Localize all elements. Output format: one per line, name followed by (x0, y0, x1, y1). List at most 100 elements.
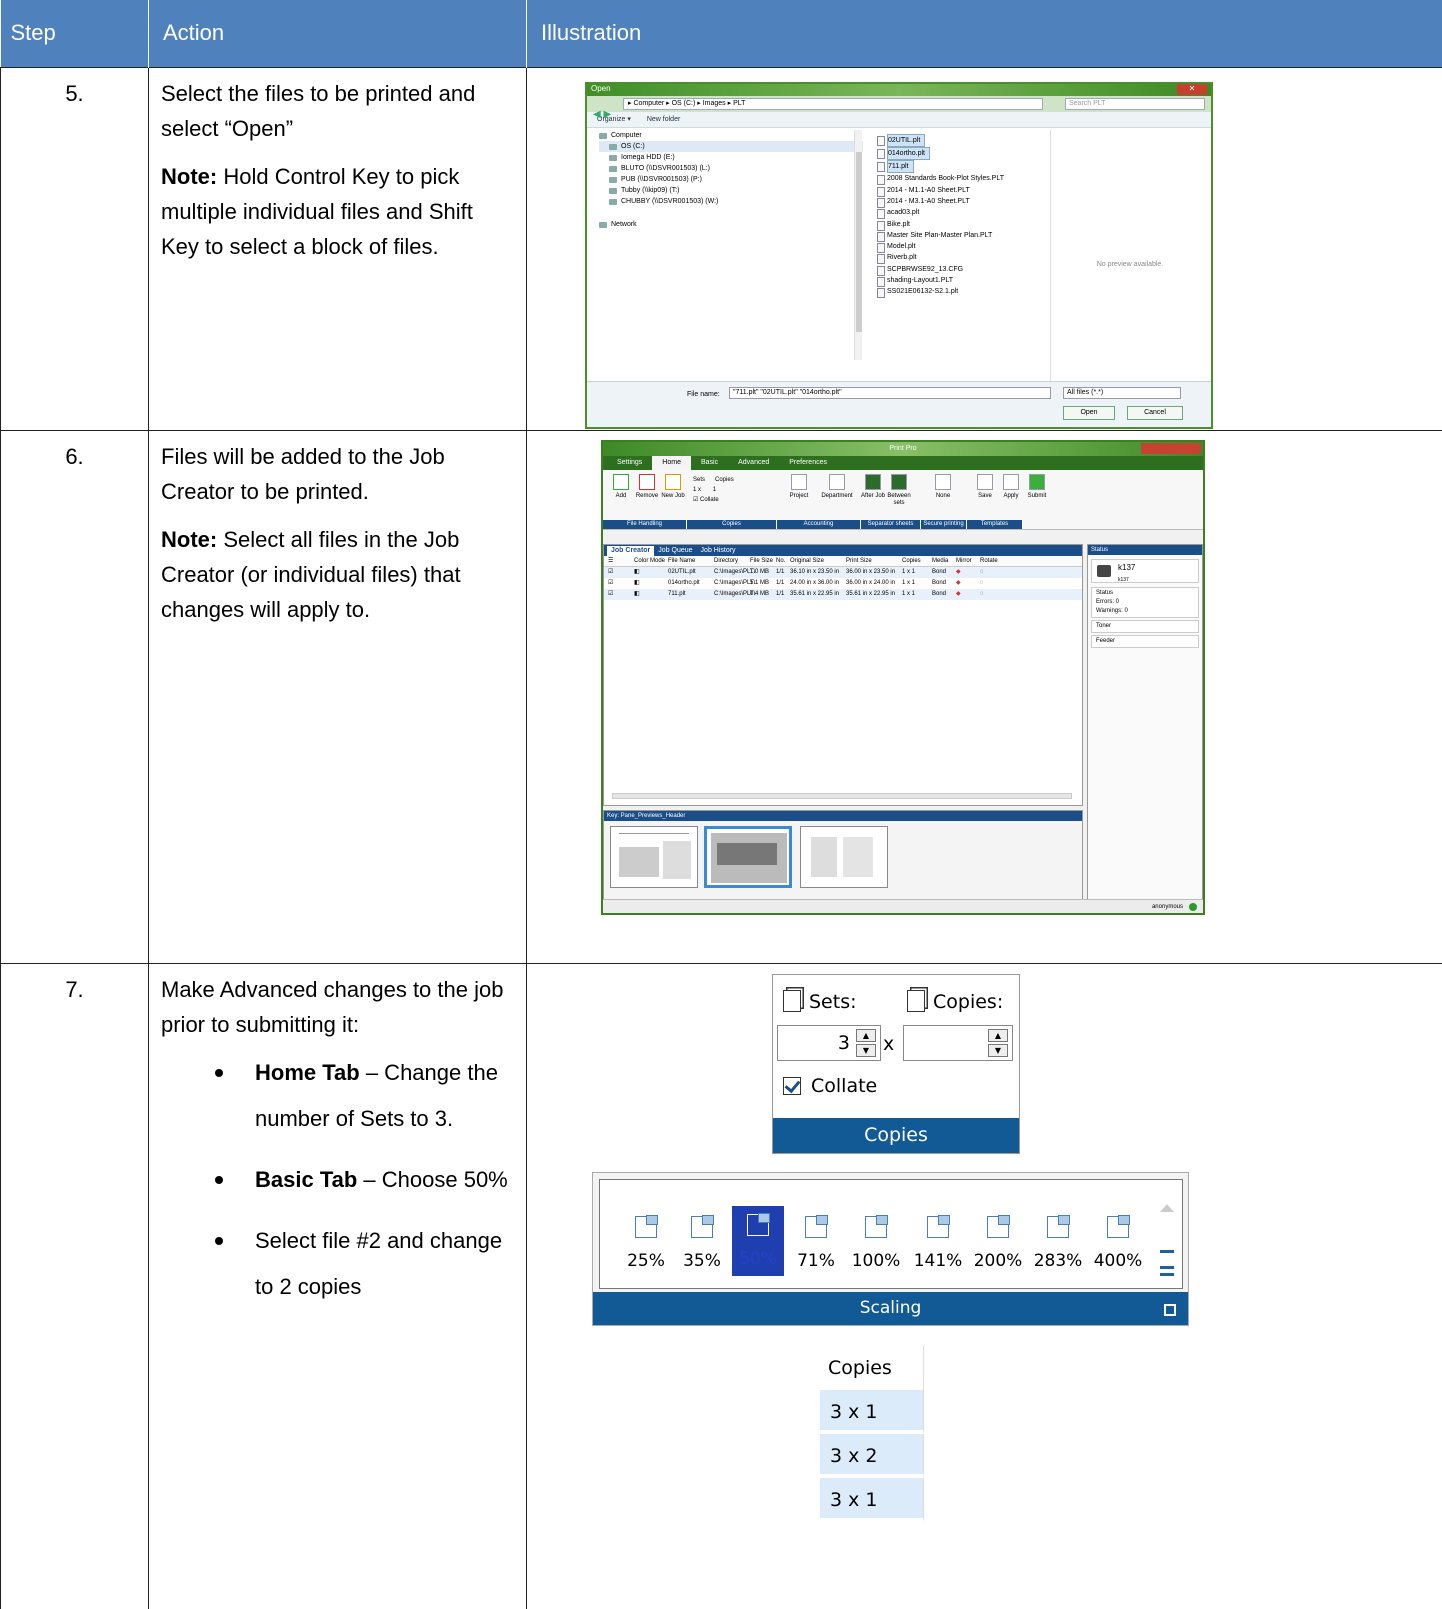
copies-cell[interactable]: 3 x 1 (820, 1389, 924, 1434)
search-input[interactable]: Search PLT (1065, 97, 1205, 110)
copies-cell[interactable]: 3 x 2 (820, 1433, 924, 1478)
tree-item[interactable]: CHUBBY (\\DSVR001503) (W:) (599, 196, 863, 207)
tab-settings[interactable]: Settings (607, 456, 652, 470)
printer-select[interactable]: k137 k137 (1091, 558, 1199, 583)
tab-basic[interactable]: Basic (691, 456, 728, 470)
project-button[interactable]: Project (787, 473, 811, 500)
file-item[interactable]: 02UTIL.plt (877, 133, 1047, 147)
status-title[interactable]: Status (1096, 590, 1113, 596)
collate-checkbox[interactable]: Collate (783, 1073, 877, 1099)
file-item[interactable]: Riverb.plt (877, 252, 1047, 265)
scale-option[interactable]: 35% (676, 1214, 728, 1276)
table-row[interactable]: ☑ ◧ 711.plt C:\Images\PLT\ 0.4 MB 1/1 35.61 in… (604, 588, 1082, 600)
horizontal-scrollbar[interactable] (612, 792, 1072, 799)
table-row: 5. Select the files to be printed and se… (0, 66, 1442, 431)
preview-thumbnail[interactable] (800, 825, 888, 888)
tab-job-creator[interactable]: Job Creator (607, 545, 655, 556)
file-item[interactable]: Bike.plt (877, 219, 1047, 231)
tree-item[interactable]: BLUTO (\\DSVR001503) (L:) (599, 163, 863, 174)
window-controls[interactable] (1141, 442, 1201, 454)
toner-section[interactable]: Toner (1091, 619, 1199, 633)
spinner-arrows-icon[interactable]: ▲ ▼ (988, 1028, 1008, 1057)
tree-scrollbar[interactable] (854, 129, 862, 360)
group-label: File Handling (603, 519, 687, 529)
scale-option[interactable]: 25% (620, 1214, 672, 1276)
scale-option[interactable]: 100% (850, 1214, 902, 1276)
submit-button[interactable]: Submit (1025, 473, 1049, 500)
file-item[interactable]: shading-Layout1.PLT (877, 275, 1047, 288)
open-button[interactable]: Open (1063, 405, 1115, 420)
note-label: Note: (161, 163, 218, 189)
none-button[interactable]: None (931, 473, 955, 500)
feeder-section[interactable]: Feeder (1091, 634, 1199, 648)
file-item[interactable]: Model.plt (877, 241, 1047, 254)
table-row[interactable]: ☑ ◧ 02UTIL.plt C:\Images\PLT\ 1.0 MB 1/1 36.10… (604, 566, 1082, 578)
back-forward-icon[interactable]: ◀ ▶ (593, 109, 619, 124)
add-button[interactable]: Add (609, 473, 633, 500)
apply-button[interactable]: Apply (999, 473, 1023, 500)
tab-job-history[interactable]: Job History (697, 546, 740, 556)
file-item[interactable]: 711.plt (877, 160, 1047, 174)
path-field[interactable]: ▸ Computer ▸ OS (C:) ▸ Images ▸ PLT (623, 97, 1043, 110)
file-item[interactable]: acad03.plt (877, 207, 1047, 220)
scale-option[interactable]: 200% (972, 1214, 1024, 1276)
action-cell: Select the files to be printed and selec… (148, 66, 527, 431)
expand-gallery-icon[interactable] (1160, 1265, 1174, 1276)
copies-column-header: Copies (820, 1345, 924, 1390)
scale-option[interactable]: 141% (912, 1214, 964, 1276)
copies-label: Copies (715, 476, 734, 483)
new-job-button[interactable]: New Job (661, 473, 685, 500)
app-titlebar: Print Pro (603, 441, 1203, 456)
collate-label[interactable]: Collate (700, 497, 719, 503)
tab-preferences[interactable]: Preferences (779, 456, 837, 470)
cancel-button[interactable]: Cancel (1127, 405, 1183, 420)
file-item[interactable]: 2008 Standards Book-Plot Styles.PLT (877, 173, 1047, 186)
spinner-arrows-icon[interactable]: ▲ ▼ (856, 1028, 876, 1057)
scale-option[interactable]: 283% (1032, 1214, 1084, 1276)
file-item[interactable]: SS021E06132-S2.1.plt (877, 286, 1047, 299)
file-name-label: File name: (687, 390, 720, 398)
scroll-down-icon[interactable] (1160, 1249, 1174, 1253)
list-item: Basic Tab – Choose 50% (215, 1157, 514, 1203)
copies-value[interactable]: 1 (713, 487, 716, 493)
tree-item[interactable]: Network (599, 219, 863, 230)
file-name-input[interactable]: "711.plt" "02UTIL.plt" "014ortho.plt" (729, 386, 1051, 399)
tab-home[interactable]: Home (652, 455, 691, 470)
file-item[interactable]: Master Site Plan-Master Plan.PLT (877, 230, 1047, 243)
tree-item[interactable]: Iomega HDD (E:) (599, 152, 863, 163)
file-type-select[interactable]: All files (*.*) (1063, 386, 1181, 399)
file-item[interactable]: 2014 - M1.1-A0 Sheet.PLT (877, 185, 1047, 198)
sets-value[interactable]: 1 (693, 487, 696, 493)
file-item[interactable]: SCPBRWSE92_13.CFG (877, 264, 1047, 277)
remove-button[interactable]: Remove (635, 473, 659, 500)
scale-option[interactable]: 400% (1092, 1214, 1144, 1276)
save-button[interactable]: Save (973, 473, 997, 500)
tree-item[interactable]: Computer (599, 130, 863, 141)
preview-thumbnail-selected[interactable] (704, 825, 792, 888)
tab-advanced[interactable]: Advanced (728, 456, 779, 470)
sets-spinner[interactable]: 3 ▲ ▼ (777, 1024, 881, 1061)
copies-cell[interactable]: 3 x 1 (820, 1477, 924, 1522)
scroll-up-icon[interactable] (1160, 1203, 1174, 1212)
table-row[interactable]: ☑ ◧ 014ortho.plt C:\Images\PLT\ 5.1 MB 1/1 24.… (604, 578, 1082, 589)
between-sets-button[interactable]: Between sets (887, 473, 911, 507)
step-number: 6. (0, 429, 149, 964)
file-item[interactable]: 014ortho.plt (877, 146, 1047, 161)
scale-option-selected[interactable]: 50% (732, 1205, 784, 1276)
tree-item[interactable]: PUB (\\DSVR001503) (P:) (599, 174, 863, 185)
tree-item[interactable]: OS (C:) (599, 140, 863, 152)
preview-thumbnail[interactable] (610, 825, 698, 888)
close-icon[interactable]: ✕ (1177, 83, 1207, 95)
tab-job-queue[interactable]: Job Queue (654, 546, 696, 556)
copies-group-mini: Sets Copies 1 x 1 ☑ Collate (693, 476, 734, 503)
scale-option[interactable]: 71% (790, 1214, 842, 1276)
new-folder-button[interactable]: New folder (647, 116, 680, 123)
department-button[interactable]: Department (819, 473, 855, 500)
after-job-button[interactable]: After Job (861, 473, 885, 500)
action-cell: Files will be added to the Job Creator t… (148, 429, 527, 964)
dialog-launcher-icon[interactable] (1164, 1303, 1176, 1316)
file-item[interactable]: 2014 - M3.1-A0 Sheet.PLT (877, 196, 1047, 209)
checkbox-checked-icon[interactable] (783, 1076, 801, 1095)
tree-item[interactable]: Tubby (\\kip09) (T:) (599, 185, 863, 196)
copies-spinner[interactable]: ▲ ▼ (903, 1024, 1013, 1061)
